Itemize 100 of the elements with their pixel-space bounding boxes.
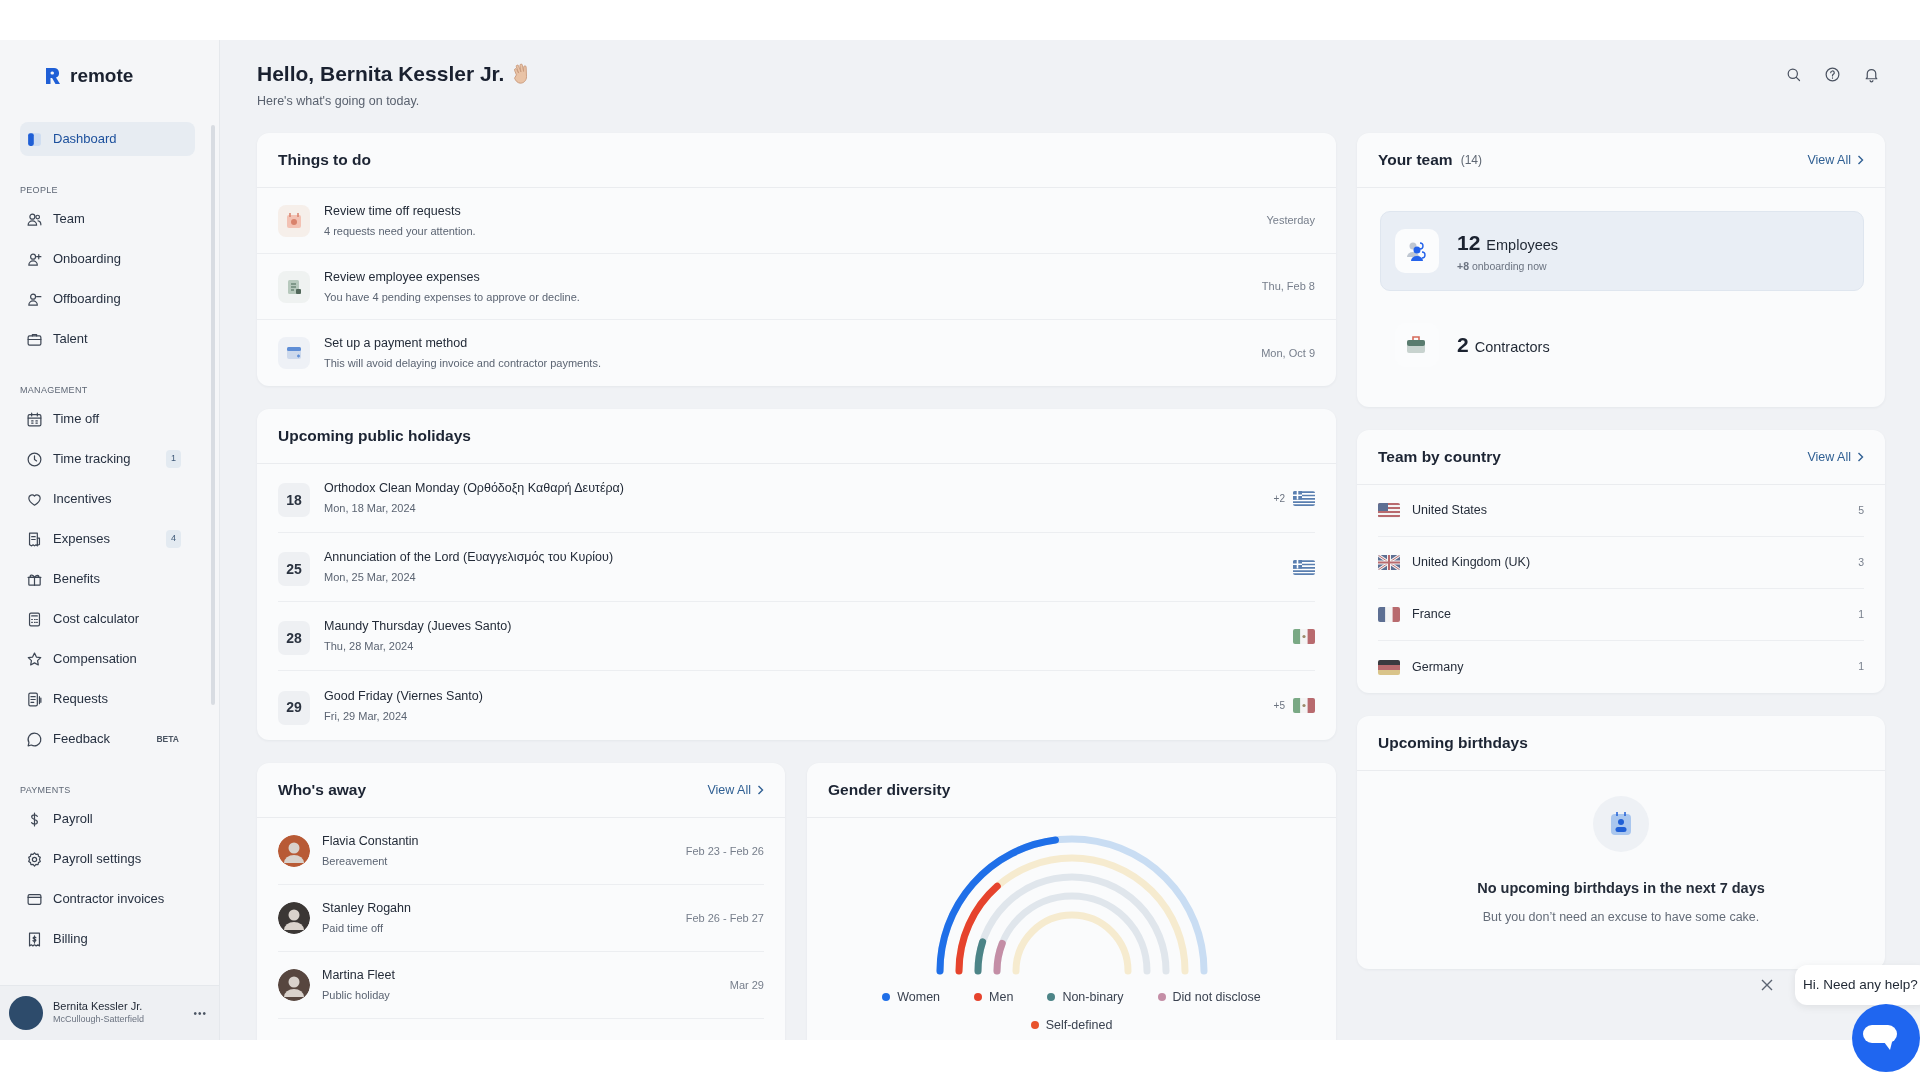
calculator-icon <box>26 610 43 628</box>
task-row[interactable]: Review time off requests 4 requests need your attention. Yesterday <box>257 188 1336 254</box>
user-name: Bernita Kessler Jr. <box>53 999 144 1014</box>
holiday-date: Mon, 18 Mar, 2024 <box>324 501 417 517</box>
absence-dates: Feb 23 - Feb 26 <box>685 843 764 859</box>
document-icon <box>26 690 43 708</box>
card-title: Upcoming public holidays <box>278 426 471 447</box>
sidebar-item[interactable]: Team <box>20 202 195 236</box>
team-stat-card[interactable]: 2 Contractors <box>1380 308 1864 382</box>
flag-icon <box>1293 628 1315 644</box>
task-row[interactable]: Set up a payment method This will avoid delaying invoice and contractor payments. Mon, Oct 9 <box>257 320 1336 386</box>
stat-label: Contractors <box>1474 338 1550 358</box>
flag-icon <box>1378 555 1400 570</box>
stat-number: 12 <box>1457 230 1481 257</box>
calendar-date: 25 <box>278 552 310 586</box>
dashboard-icon <box>26 130 43 148</box>
holiday-name: Annunciation of the Lord (Ευαγγελισμός του Κυρίου) <box>324 549 614 567</box>
country-name: United States <box>1412 502 1488 520</box>
chevron-right-icon <box>1857 452 1864 462</box>
flag-icon <box>1378 659 1400 675</box>
calendar-icon <box>284 210 304 231</box>
sidebar-item[interactable]: Time tracking 1 <box>20 442 195 476</box>
sidebar-item[interactable]: Requests <box>20 682 195 716</box>
holiday-date: Fri, 29 Mar, 2024 <box>324 708 409 724</box>
task-title: Review employee expenses <box>324 268 481 286</box>
legend-label: Men <box>989 989 1014 1006</box>
task-title: Review time off requests <box>324 202 462 220</box>
flag-icon <box>1293 559 1315 575</box>
holiday-name: Orthodox Clean Monday (Ορθόδοξη Καθαρή Δευτέρα) <box>324 480 624 498</box>
chevron-right-icon <box>757 785 764 795</box>
receipt-icon <box>26 530 43 548</box>
country-name: France <box>1412 606 1451 624</box>
person-name: Flavia Constantin <box>322 833 419 851</box>
people-icon <box>1405 239 1429 263</box>
beta-tag: BETA <box>156 732 179 746</box>
card-title: Who's away <box>278 780 367 801</box>
sidebar-item[interactable]: Compensation <box>20 642 195 676</box>
empty-title: No upcoming birthdays in the next 7 days <box>1477 879 1765 898</box>
company-name: McCullough-Satterfield <box>53 1013 145 1027</box>
country-count: 5 <box>1858 502 1864 518</box>
sidebar-item[interactable]: Contractor invoices <box>20 882 195 916</box>
legend-label: Did not disclose <box>1172 989 1261 1006</box>
stat-label: Employees <box>1486 236 1559 256</box>
logo-icon <box>44 66 62 86</box>
absence-dates: Mar 29 <box>729 977 764 993</box>
avatar <box>278 835 310 867</box>
sidebar-item[interactable]: Payroll <box>20 802 195 836</box>
country-count: 3 <box>1858 554 1864 570</box>
legend-label: Non-binary <box>1062 989 1124 1006</box>
card-title: Things to do <box>278 150 371 171</box>
speech-bubble-icon <box>26 730 43 748</box>
avatar <box>9 996 43 1030</box>
sidebar-item[interactable]: Talent <box>20 322 195 356</box>
flag-icon <box>1293 490 1315 506</box>
brand-name: remote <box>70 63 134 88</box>
sidebar-item[interactable]: Dashboard <box>20 122 195 156</box>
sidebar-item[interactable]: Cost calculator <box>20 602 195 636</box>
help-icon[interactable] <box>1824 66 1841 83</box>
sidebar-item[interactable]: Benefits <box>20 562 195 596</box>
sidebar-item[interactable]: Time off <box>20 402 195 436</box>
view-all-link[interactable]: View All <box>1807 447 1864 467</box>
sidebar-item[interactable]: Incentives <box>20 482 195 516</box>
task-row[interactable]: Review employee expenses You have 4 pending expenses to approve or decline. Thu, Feb 8 <box>257 254 1336 320</box>
sidebar-item[interactable]: Billing <box>20 922 195 956</box>
bell-icon[interactable] <box>1863 66 1880 83</box>
card-title: Gender diversity <box>828 780 951 801</box>
chat-message: Hi. Need any help? <box>1795 965 1920 1005</box>
card-title: Your team <box>1378 150 1453 171</box>
section-heading: PAYMENTS <box>20 784 72 798</box>
holiday-name: Maundy Thursday (Jueves Santo) <box>324 618 512 636</box>
country-count: 1 <box>1858 659 1864 675</box>
clock-icon <box>26 450 43 468</box>
view-all-link[interactable]: View All <box>707 780 764 800</box>
search-icon[interactable] <box>1785 66 1802 83</box>
person-name: Martina Fleet <box>322 967 395 985</box>
country-name: United Kingdom (UK) <box>1412 554 1531 572</box>
count-badge: 1 <box>166 450 181 468</box>
team-stat-card[interactable]: 12 Employees +8 onboarding now <box>1380 211 1864 291</box>
invoice-icon <box>26 930 43 948</box>
holiday-date: Mon, 25 Mar, 2024 <box>324 570 417 586</box>
close-icon[interactable] <box>1760 978 1774 992</box>
sidebar-item[interactable]: Offboarding <box>20 282 195 316</box>
card-title: Upcoming birthdays <box>1378 733 1528 754</box>
sidebar-item[interactable]: Expenses 4 <box>20 522 195 556</box>
absence-type: Bereavement <box>322 854 389 870</box>
chevron-right-icon <box>1857 155 1864 165</box>
flag-icon <box>1293 698 1315 713</box>
avatar <box>278 969 310 1001</box>
team-count: (14) <box>1460 152 1482 169</box>
calendar-person-icon <box>1609 811 1633 837</box>
section-heading: PEOPLE <box>20 184 59 198</box>
gear-icon <box>26 850 43 868</box>
sidebar-item[interactable]: Onboarding <box>20 242 195 276</box>
stat-number: 2 <box>1457 332 1469 359</box>
sidebar-item[interactable]: Feedback BETA <box>20 722 195 756</box>
more-count: +5 <box>1273 699 1285 713</box>
task-date: Thu, Feb 8 <box>1261 279 1315 295</box>
more-button[interactable]: ••• <box>193 1005 207 1021</box>
sidebar-item[interactable]: Payroll settings <box>20 842 195 876</box>
view-all-link[interactable]: View All <box>1807 150 1864 170</box>
